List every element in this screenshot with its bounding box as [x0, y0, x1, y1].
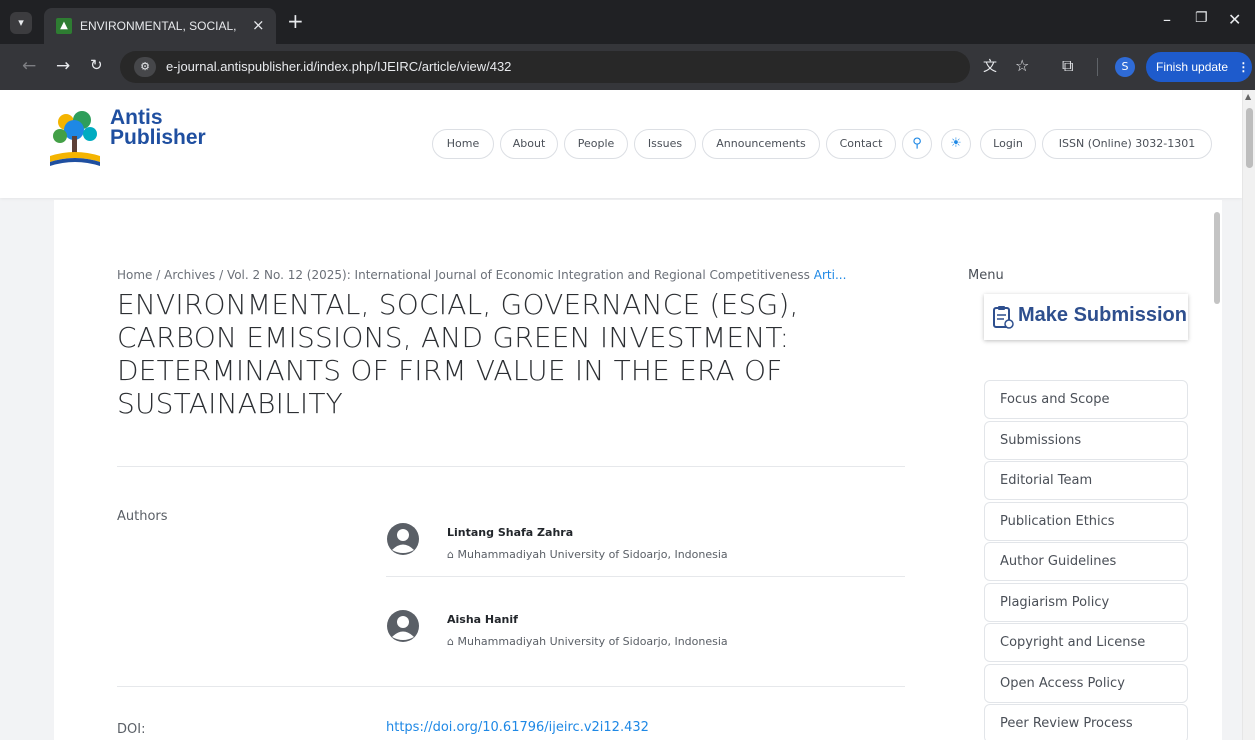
breadcrumb-issue[interactable]: Vol. 2 No. 12 (2025): International Jour… — [227, 268, 810, 282]
new-tab-icon[interactable]: + — [287, 9, 304, 33]
article-title-line: CARBON EMISSIONS, AND GREEN INVESTMENT: — [117, 321, 790, 354]
author-affiliation: ⌂ Muhammadiyah University of Sidoarjo, I… — [447, 548, 728, 561]
sidebar-item-peer-review-process[interactable]: Peer Review Process — [984, 704, 1188, 740]
clipboard-icon — [993, 306, 1014, 329]
sidebar-menu-label: Menu — [968, 268, 1004, 283]
sidebar-item-submissions[interactable]: Submissions — [984, 421, 1188, 460]
author-name: Aisha Hanif — [447, 613, 518, 626]
author-divider — [386, 576, 905, 577]
theme-toggle-icon[interactable]: ☀ — [941, 129, 971, 159]
doi-link[interactable]: https://doi.org/10.61796/ijeirc.v2i12.43… — [386, 720, 649, 735]
author-name: Lintang Shafa Zahra — [447, 526, 574, 539]
breadcrumb-separator: / — [215, 268, 227, 282]
page-scrollbar[interactable]: ▲ — [1242, 90, 1255, 740]
author-avatar-icon — [387, 523, 419, 555]
breadcrumb-separator: / — [152, 268, 165, 282]
nav-issues[interactable]: Issues — [634, 129, 696, 159]
nav-about[interactable]: About — [500, 129, 558, 159]
url-text[interactable]: e-journal.antispublisher.id/index.php/IJ… — [166, 59, 511, 74]
scroll-up-arrow-icon[interactable]: ▲ — [1245, 92, 1251, 101]
tab-close-icon[interactable]: × — [252, 16, 265, 34]
reload-icon[interactable]: ↻ — [90, 56, 103, 74]
nav-announcements[interactable]: Announcements — [702, 129, 820, 159]
nav-login[interactable]: Login — [980, 129, 1036, 159]
author-affiliation-text: Muhammadiyah University of Sidoarjo, Ind… — [457, 635, 728, 648]
site-info-icon[interactable]: ⚙ — [134, 57, 156, 77]
sidebar-item-copyright-and-license[interactable]: Copyright and License — [984, 623, 1188, 662]
logo-line-1: Antis — [110, 106, 163, 129]
bookmark-star-icon[interactable]: ☆ — [1015, 56, 1029, 75]
forward-icon[interactable]: → — [56, 56, 70, 76]
article-title-line: DETERMINANTS OF FIRM VALUE IN THE ERA OF — [117, 354, 783, 387]
back-icon[interactable]: ← — [22, 56, 36, 76]
section-divider — [117, 686, 905, 687]
sidebar-item-publication-ethics[interactable]: Publication Ethics — [984, 502, 1188, 541]
nav-home[interactable]: Home — [432, 129, 494, 159]
author-avatar-icon — [387, 610, 419, 642]
breadcrumb: Home / Archives / Vol. 2 No. 12 (2025): … — [117, 268, 905, 286]
restore-icon[interactable]: ❐ — [1195, 10, 1208, 26]
tab-title: ENVIRONMENTAL, SOCIAL, GO — [80, 19, 240, 33]
browser-toolbar: ← → ↻ ⚙ e-journal.antispublisher.id/inde… — [0, 44, 1255, 90]
sidebar-item-editorial-team[interactable]: Editorial Team — [984, 461, 1188, 500]
site-logo-text[interactable]: Antis Publisher — [110, 106, 206, 149]
section-divider — [117, 466, 905, 467]
site-favicon-icon: ▲ — [56, 18, 72, 34]
antis-tree-logo-icon[interactable] — [44, 108, 106, 170]
make-submission-button[interactable]: Make Submission — [984, 294, 1188, 340]
sidebar-item-open-access-policy[interactable]: Open Access Policy — [984, 664, 1188, 703]
page-scrollbar-thumb[interactable] — [1246, 108, 1253, 168]
toolbar-divider — [1097, 58, 1098, 76]
article-title-line: ENVIRONMENTAL, SOCIAL, GOVERNANCE (ESG), — [117, 288, 799, 321]
article-card: Home / Archives / Vol. 2 No. 12 (2025): … — [54, 200, 1222, 740]
nav-contact[interactable]: Contact — [826, 129, 896, 159]
translate-icon[interactable]: 文 — [983, 56, 997, 76]
browser-tab-active[interactable]: ▲ ENVIRONMENTAL, SOCIAL, GO × — [44, 8, 276, 44]
doi-label: DOI: — [117, 722, 146, 737]
content-scrollbar[interactable] — [1212, 200, 1222, 740]
window-close-icon[interactable]: ✕ — [1228, 10, 1241, 29]
author-affiliation-text: Muhammadiyah University of Sidoarjo, Ind… — [457, 548, 728, 561]
content-scrollbar-thumb[interactable] — [1214, 212, 1220, 304]
site-header: Antis Publisher Home About People Issues… — [0, 90, 1242, 198]
nav-people[interactable]: People — [564, 129, 628, 159]
tab-search-chevron-icon[interactable]: ▾ — [10, 12, 32, 34]
finish-update-button[interactable]: Finish update ⋮ — [1146, 52, 1252, 82]
make-submission-label: Make Submission — [1018, 304, 1187, 326]
breadcrumb-current: Arti... — [813, 268, 847, 282]
sidebar-item-plagiarism-policy[interactable]: Plagiarism Policy — [984, 583, 1188, 622]
article-title: ENVIRONMENTAL, SOCIAL, GOVERNANCE (ESG),… — [117, 288, 917, 420]
address-bar[interactable]: ⚙ e-journal.antispublisher.id/index.php/… — [120, 51, 970, 83]
authors-label: Authors — [117, 509, 168, 524]
profile-avatar[interactable]: S — [1115, 57, 1135, 77]
search-icon[interactable]: ⚲ — [902, 129, 932, 159]
author-affiliation: ⌂ Muhammadiyah University of Sidoarjo, I… — [447, 635, 728, 648]
article-title-line: SUSTAINABILITY — [117, 387, 343, 420]
extensions-icon[interactable]: ⧉ — [1062, 56, 1073, 76]
breadcrumb-home[interactable]: Home — [117, 268, 152, 282]
page-viewport: Antis Publisher Home About People Issues… — [0, 90, 1255, 740]
issn-badge: ISSN (Online) 3032-1301 — [1042, 129, 1212, 159]
logo-line-2: Publisher — [110, 126, 206, 149]
breadcrumb-archives[interactable]: Archives — [164, 268, 215, 282]
sidebar-item-author-guidelines[interactable]: Author Guidelines — [984, 542, 1188, 581]
finish-update-label: Finish update — [1156, 60, 1229, 74]
sidebar-item-focus-and-scope[interactable]: Focus and Scope — [984, 380, 1188, 419]
minimize-icon[interactable]: – — [1163, 10, 1171, 29]
browser-tab-bar: ▾ ▲ ENVIRONMENTAL, SOCIAL, GO × + – ❐ ✕ — [0, 0, 1255, 44]
more-menu-icon[interactable]: ⋮ — [1237, 60, 1249, 74]
